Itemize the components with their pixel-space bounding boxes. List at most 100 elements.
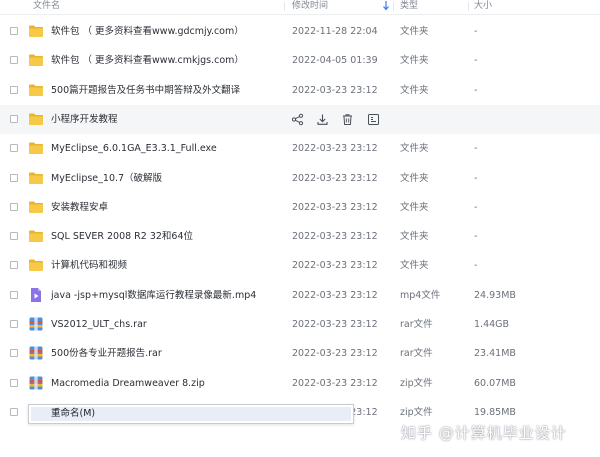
sort-arrow-down-icon[interactable]	[383, 1, 389, 11]
delete-icon[interactable]	[341, 113, 354, 126]
file-name[interactable]: 软件包 （ 更多资料查看www.cmkjgs.com）	[51, 46, 244, 75]
file-name[interactable]: Macromedia Dreamweaver 8.zip	[51, 369, 205, 398]
row-checkbox[interactable]	[10, 173, 18, 182]
row-checkbox[interactable]	[10, 85, 18, 94]
folder-icon	[28, 23, 44, 39]
row-checkbox[interactable]	[10, 290, 18, 299]
row-checkbox[interactable]	[10, 202, 18, 211]
file-row[interactable]: Macromedia Dreamweaver 8.zip 2022-03-23 2…	[0, 369, 600, 398]
file-size: -	[474, 201, 478, 213]
file-row[interactable]: 计算机代码和视频 2022-03-23 23:12 文件夹 -	[0, 251, 600, 280]
file-type: 文件夹	[400, 260, 429, 272]
watermark-text: 知乎 @计算机毕业设计	[401, 424, 567, 442]
file-size: -	[474, 143, 478, 155]
file-row[interactable]: VS2012_ULT_chs.rar 2022-03-23 23:12 rar文件 1…	[0, 310, 600, 339]
modified-time: 2022-03-23 23:12	[292, 201, 378, 213]
file-name[interactable]: MyEclipse_6.0.1GA_E3.3.1_Full.exe	[51, 134, 217, 163]
file-name[interactable]: VS2012_ULT_chs.rar	[51, 310, 147, 339]
column-header-type[interactable]: 类型	[400, 0, 418, 12]
row-checkbox[interactable]	[10, 349, 18, 358]
file-type: 文件夹	[400, 231, 429, 243]
folder-icon	[28, 257, 44, 273]
file-row[interactable]: 软件包 （ 更多资料查看www.gdcmjy.com） 2022-11-28 22…	[0, 17, 600, 46]
modified-time: 2022-11-28 22:04	[292, 26, 378, 37]
row-checkbox[interactable]	[10, 407, 18, 416]
file-name[interactable]: 计算机代码和视频	[51, 251, 127, 280]
file-row[interactable]: 软件包 （ 更多资料查看www.cmkjgs.com） 2022-04-05 01…	[0, 46, 600, 75]
file-type: 文件夹	[400, 172, 429, 184]
column-separator	[393, 2, 394, 11]
column-separator	[284, 2, 285, 11]
modified-time: 2022-03-23 23:12	[292, 348, 378, 360]
download-icon[interactable]	[316, 113, 329, 126]
file-type: 文件夹	[400, 55, 429, 67]
column-header-name[interactable]: 文件名	[33, 0, 60, 12]
archive-file-icon	[28, 316, 44, 332]
file-name[interactable]: 500份各专业开题报告.rar	[51, 339, 162, 368]
modified-time: 2022-03-23 23:12	[292, 172, 378, 184]
file-row[interactable]: MyEclipse_10.7（破解版 2022-03-23 23:12 文件夹 -	[0, 164, 600, 193]
file-list-header: 文件名 修改时间 类型 大小	[0, 0, 600, 15]
folder-icon	[28, 52, 44, 68]
folder-icon	[28, 170, 44, 186]
file-size: -	[474, 26, 478, 37]
watermark: 知乎 @计算机毕业设计	[401, 421, 597, 445]
more-icon[interactable]	[367, 113, 380, 126]
file-type: 文件夹	[400, 84, 429, 96]
modified-time: 2022-03-23 23:12	[292, 377, 378, 389]
file-size: 60.07MB	[474, 377, 516, 389]
column-header-size[interactable]: 大小	[474, 0, 492, 12]
file-row[interactable]: SQL SEVER 2008 R2 32和64位 2022-03-23 23:12…	[0, 222, 600, 251]
file-row[interactable]: 500篇开题报告及任务书中期答辩及外文翻译 2022-03-23 23:12 文件夹…	[0, 76, 600, 105]
file-name[interactable]: 安装教程安卓	[51, 193, 108, 222]
file-size: 1.44GB	[474, 319, 510, 330]
file-size: 24.93MB	[474, 289, 516, 301]
row-checkbox[interactable]	[10, 232, 18, 241]
row-checkbox[interactable]	[10, 27, 18, 35]
modified-time: 2022-03-23 23:12	[292, 143, 378, 155]
file-size: -	[474, 260, 478, 272]
file-size: -	[474, 172, 478, 184]
file-type: mp4文件	[400, 289, 441, 301]
file-type: rar文件	[400, 348, 433, 360]
file-type: 文件夹	[400, 143, 429, 155]
share-icon[interactable]	[291, 113, 304, 126]
modified-time: 2022-03-23 23:12	[292, 231, 378, 243]
row-checkbox[interactable]	[10, 320, 18, 328]
folder-icon	[28, 199, 44, 215]
folder-icon	[28, 140, 44, 156]
file-size: -	[474, 55, 478, 67]
row-checkbox[interactable]	[10, 56, 18, 65]
file-type: rar文件	[400, 319, 433, 330]
folder-icon	[28, 228, 44, 244]
row-checkbox[interactable]	[10, 114, 18, 123]
file-row[interactable]: 安装教程安卓 2022-03-23 23:12 文件夹 -	[0, 193, 600, 222]
file-name[interactable]: 500篇开题报告及任务书中期答辩及外文翻译	[51, 76, 240, 105]
column-separator	[468, 2, 469, 11]
file-size: -	[474, 84, 478, 96]
folder-icon	[28, 111, 44, 127]
file-row[interactable]: 500份各专业开题报告.rar 2022-03-23 23:12 rar文件 23.4…	[0, 339, 600, 368]
archive-file-icon	[28, 345, 44, 361]
column-header-modified-time[interactable]: 修改时间	[292, 0, 328, 12]
modified-time: 2022-03-23 23:12	[292, 289, 378, 301]
row-checkbox[interactable]	[10, 261, 18, 270]
row-checkbox[interactable]	[10, 378, 18, 387]
file-row[interactable]: MyEclipse_6.0.1GA_E3.3.1_Full.exe 2022-03…	[0, 134, 600, 163]
modified-time: 2022-03-23 23:12	[292, 319, 378, 330]
file-name[interactable]: java -jsp+mysql数据库运行教程录像最新.mp4	[51, 281, 256, 310]
rename-menu-item[interactable]: 重命名(M)	[31, 407, 351, 421]
file-name[interactable]: 软件包 （ 更多资料查看www.gdcmjy.com）	[51, 17, 244, 46]
video-file-icon	[28, 287, 44, 303]
file-type: zip文件	[400, 377, 433, 389]
row-checkbox[interactable]	[10, 144, 18, 153]
file-type: 文件夹	[400, 26, 429, 37]
file-name[interactable]: MyEclipse_10.7（破解版	[51, 164, 162, 193]
folder-icon	[28, 82, 44, 98]
file-row[interactable]: java -jsp+mysql数据库运行教程录像最新.mp4 2022-03-23…	[0, 281, 600, 310]
file-size: 23.41MB	[474, 348, 516, 360]
file-row[interactable]: 小程序开发教程	[0, 104, 600, 134]
file-name[interactable]: SQL SEVER 2008 R2 32和64位	[51, 222, 193, 251]
file-name[interactable]: 小程序开发教程	[51, 105, 118, 134]
file-size: -	[474, 231, 478, 243]
